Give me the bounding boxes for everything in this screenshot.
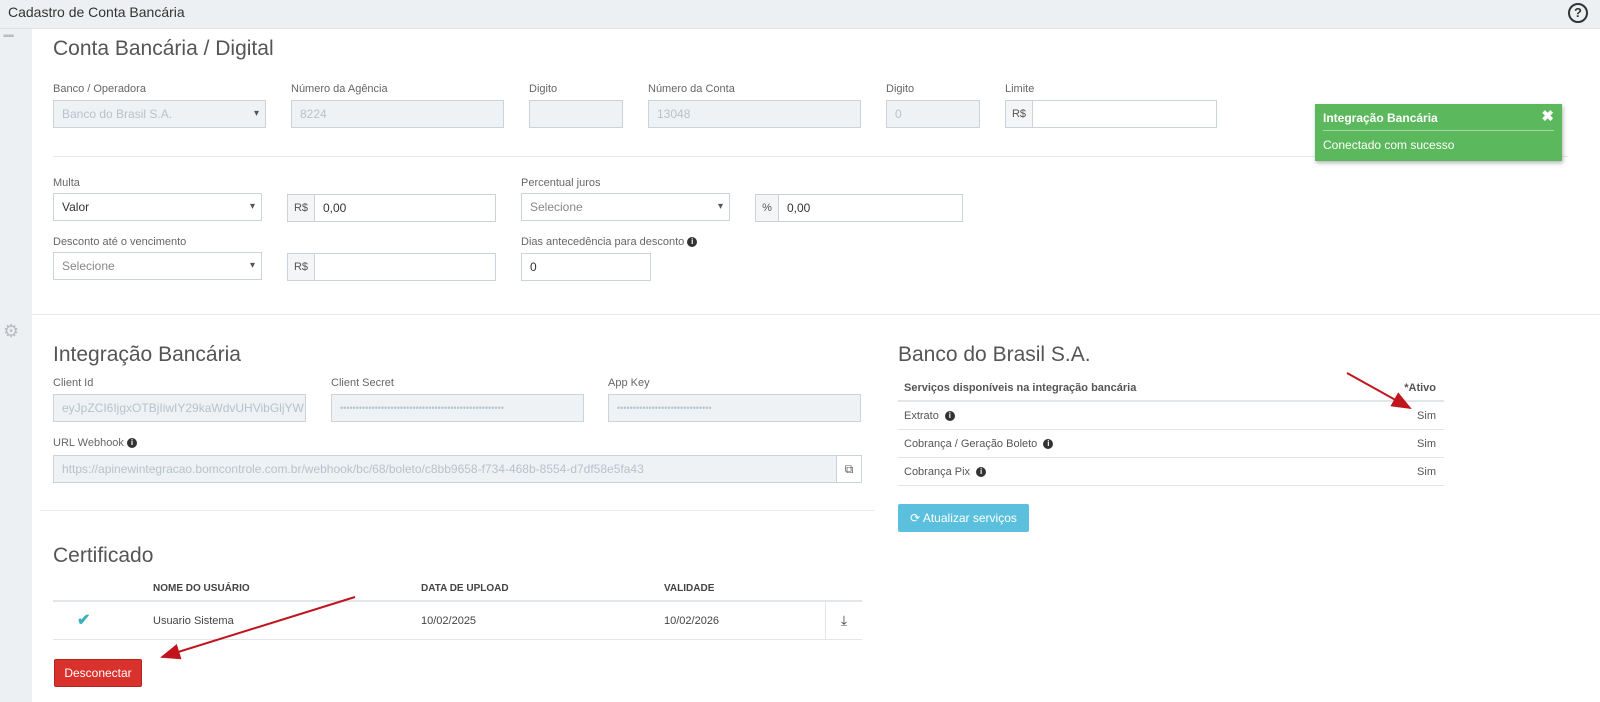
arrow-to-ativo [1346, 372, 1412, 409]
annotation-arrows [160, 372, 1412, 660]
arrow-to-desconectar [160, 596, 356, 660]
